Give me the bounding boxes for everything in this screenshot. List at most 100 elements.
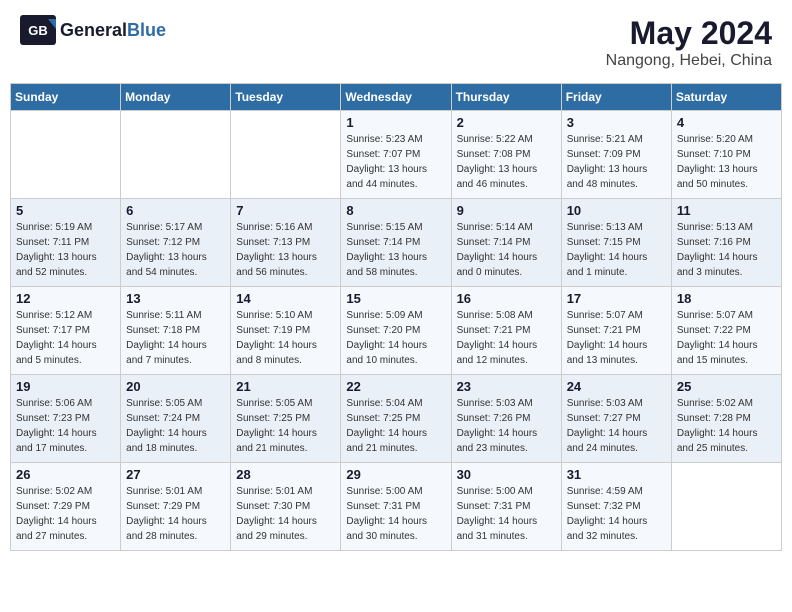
- calendar-week-row-3: 12Sunrise: 5:12 AMSunset: 7:17 PMDayligh…: [11, 287, 782, 375]
- calendar-day-20: 20Sunrise: 5:05 AMSunset: 7:24 PMDayligh…: [121, 375, 231, 463]
- weekday-header-row: SundayMondayTuesdayWednesdayThursdayFrid…: [11, 84, 782, 111]
- calendar-day-19: 19 Sunrise: 5:06 AMSunset: 7:23 PMDayligh…: [11, 375, 121, 463]
- calendar-day-11: 11 Sunrise: 5:13 AMSunset: 7:16 PMDayligh…: [671, 199, 781, 287]
- day-number: 31: [567, 467, 666, 482]
- day-info: Sunrise: 5:13 AMSunset: 7:16 PMDaylight:…: [677, 220, 776, 280]
- calendar-day-27: 27Sunrise: 5:01 AMSunset: 7:29 PMDayligh…: [121, 463, 231, 551]
- day-info: Sunrise: 5:09 AMSunset: 7:20 PMDaylight:…: [346, 308, 445, 368]
- calendar-day-2: 2 Sunrise: 5:22 AMSunset: 7:08 PMDaylight…: [451, 111, 561, 199]
- calendar-day-26: 26 Sunrise: 5:02 AMSunset: 7:29 PMDayligh…: [11, 463, 121, 551]
- day-number: 21: [236, 379, 335, 394]
- calendar-day-6: 6 Sunrise: 5:17 AMSunset: 7:12 PMDaylight…: [121, 199, 231, 287]
- day-number: 15: [346, 291, 445, 306]
- calendar-week-row-5: 26 Sunrise: 5:02 AMSunset: 7:29 PMDayligh…: [11, 463, 782, 551]
- calendar-day-25: 25Sunrise: 5:02 AMSunset: 7:28 PMDayligh…: [671, 375, 781, 463]
- calendar-day-3: 3Sunrise: 5:21 AMSunset: 7:09 PMDaylight…: [561, 111, 671, 199]
- calendar-week-row-1: 1 Sunrise: 5:23 AMSunset: 7:07 PMDaylight…: [11, 111, 782, 199]
- calendar-day-28: 28Sunrise: 5:01 AMSunset: 7:30 PMDayligh…: [231, 463, 341, 551]
- day-info: Sunrise: 5:07 AMSunset: 7:21 PMDaylight:…: [567, 308, 666, 368]
- day-number: 27: [126, 467, 225, 482]
- page-header: GB GeneralBlue May 2024 Nangong, Hebei, …: [10, 10, 782, 75]
- calendar-day-17: 17 Sunrise: 5:07 AMSunset: 7:21 PMDayligh…: [561, 287, 671, 375]
- day-number: 10: [567, 203, 666, 218]
- location-subtitle: Nangong, Hebei, China: [606, 52, 772, 70]
- day-number: 3: [567, 115, 666, 130]
- calendar-day-30: 30 Sunrise: 5:00 AMSunset: 7:31 PMDayligh…: [451, 463, 561, 551]
- calendar-day-31: 31 Sunrise: 4:59 AMSunset: 7:32 PMDayligh…: [561, 463, 671, 551]
- day-info: Sunrise: 5:15 AMSunset: 7:14 PMDaylight:…: [346, 220, 445, 280]
- weekday-header-sunday: Sunday: [11, 84, 121, 111]
- day-info: Sunrise: 5:11 AMSunset: 7:18 PMDaylight:…: [126, 308, 225, 368]
- day-info: Sunrise: 4:59 AMSunset: 7:32 PMDaylight:…: [567, 484, 666, 544]
- calendar-day-13: 13 Sunrise: 5:11 AMSunset: 7:18 PMDayligh…: [121, 287, 231, 375]
- empty-cell: [11, 111, 121, 199]
- day-info: Sunrise: 5:03 AMSunset: 7:26 PMDaylight:…: [457, 396, 556, 456]
- day-number: 18: [677, 291, 776, 306]
- weekday-header-friday: Friday: [561, 84, 671, 111]
- calendar-day-5: 5 Sunrise: 5:19 AMSunset: 7:11 PMDaylight…: [11, 199, 121, 287]
- calendar-table: SundayMondayTuesdayWednesdayThursdayFrid…: [10, 83, 782, 551]
- day-info: Sunrise: 5:06 AMSunset: 7:23 PMDaylight:…: [16, 396, 115, 456]
- calendar-day-12: 12Sunrise: 5:12 AMSunset: 7:17 PMDayligh…: [11, 287, 121, 375]
- day-number: 20: [126, 379, 225, 394]
- empty-cell: [671, 463, 781, 551]
- empty-cell: [121, 111, 231, 199]
- day-number: 16: [457, 291, 556, 306]
- calendar-day-1: 1 Sunrise: 5:23 AMSunset: 7:07 PMDaylight…: [341, 111, 451, 199]
- calendar-week-row-4: 19 Sunrise: 5:06 AMSunset: 7:23 PMDayligh…: [11, 375, 782, 463]
- day-number: 22: [346, 379, 445, 394]
- day-number: 14: [236, 291, 335, 306]
- calendar-day-23: 23Sunrise: 5:03 AMSunset: 7:26 PMDayligh…: [451, 375, 561, 463]
- day-number: 25: [677, 379, 776, 394]
- month-year-title: May 2024: [606, 15, 772, 52]
- calendar-week-row-2: 5 Sunrise: 5:19 AMSunset: 7:11 PMDaylight…: [11, 199, 782, 287]
- day-info: Sunrise: 5:16 AMSunset: 7:13 PMDaylight:…: [236, 220, 335, 280]
- day-info: Sunrise: 5:17 AMSunset: 7:12 PMDaylight:…: [126, 220, 225, 280]
- calendar-day-18: 18 Sunrise: 5:07 AMSunset: 7:22 PMDayligh…: [671, 287, 781, 375]
- calendar-day-21: 21 Sunrise: 5:05 AMSunset: 7:25 PMDayligh…: [231, 375, 341, 463]
- calendar-day-10: 10 Sunrise: 5:13 AMSunset: 7:15 PMDayligh…: [561, 199, 671, 287]
- day-info: Sunrise: 5:07 AMSunset: 7:22 PMDaylight:…: [677, 308, 776, 368]
- day-number: 26: [16, 467, 115, 482]
- day-info: Sunrise: 5:01 AMSunset: 7:30 PMDaylight:…: [236, 484, 335, 544]
- day-info: Sunrise: 5:23 AMSunset: 7:07 PMDaylight:…: [346, 132, 445, 192]
- day-number: 6: [126, 203, 225, 218]
- day-number: 2: [457, 115, 556, 130]
- calendar-day-4: 4 Sunrise: 5:20 AMSunset: 7:10 PMDaylight…: [671, 111, 781, 199]
- calendar-day-8: 8 Sunrise: 5:15 AMSunset: 7:14 PMDaylight…: [341, 199, 451, 287]
- day-number: 30: [457, 467, 556, 482]
- empty-cell: [231, 111, 341, 199]
- day-number: 4: [677, 115, 776, 130]
- calendar-day-15: 15 Sunrise: 5:09 AMSunset: 7:20 PMDayligh…: [341, 287, 451, 375]
- day-info: Sunrise: 5:20 AMSunset: 7:10 PMDaylight:…: [677, 132, 776, 192]
- day-info: Sunrise: 5:04 AMSunset: 7:25 PMDaylight:…: [346, 396, 445, 456]
- day-info: Sunrise: 5:19 AMSunset: 7:11 PMDaylight:…: [16, 220, 115, 280]
- calendar-day-9: 9 Sunrise: 5:14 AMSunset: 7:14 PMDaylight…: [451, 199, 561, 287]
- day-info: Sunrise: 5:00 AMSunset: 7:31 PMDaylight:…: [457, 484, 556, 544]
- day-info: Sunrise: 5:05 AMSunset: 7:25 PMDaylight:…: [236, 396, 335, 456]
- day-number: 29: [346, 467, 445, 482]
- day-number: 13: [126, 291, 225, 306]
- svg-text:GB: GB: [28, 23, 48, 38]
- day-info: Sunrise: 5:22 AMSunset: 7:08 PMDaylight:…: [457, 132, 556, 192]
- day-number: 9: [457, 203, 556, 218]
- logo: GB GeneralBlue: [20, 15, 166, 45]
- calendar-day-24: 24 Sunrise: 5:03 AMSunset: 7:27 PMDayligh…: [561, 375, 671, 463]
- day-info: Sunrise: 5:14 AMSunset: 7:14 PMDaylight:…: [457, 220, 556, 280]
- weekday-header-thursday: Thursday: [451, 84, 561, 111]
- day-number: 17: [567, 291, 666, 306]
- calendar-day-29: 29Sunrise: 5:00 AMSunset: 7:31 PMDayligh…: [341, 463, 451, 551]
- calendar-day-22: 22 Sunrise: 5:04 AMSunset: 7:25 PMDayligh…: [341, 375, 451, 463]
- day-info: Sunrise: 5:02 AMSunset: 7:29 PMDaylight:…: [16, 484, 115, 544]
- calendar-day-14: 14Sunrise: 5:10 AMSunset: 7:19 PMDayligh…: [231, 287, 341, 375]
- day-number: 5: [16, 203, 115, 218]
- day-info: Sunrise: 5:08 AMSunset: 7:21 PMDaylight:…: [457, 308, 556, 368]
- day-number: 11: [677, 203, 776, 218]
- day-number: 7: [236, 203, 335, 218]
- day-number: 1: [346, 115, 445, 130]
- day-info: Sunrise: 5:03 AMSunset: 7:27 PMDaylight:…: [567, 396, 666, 456]
- day-number: 8: [346, 203, 445, 218]
- day-number: 24: [567, 379, 666, 394]
- day-number: 19: [16, 379, 115, 394]
- day-info: Sunrise: 5:13 AMSunset: 7:15 PMDaylight:…: [567, 220, 666, 280]
